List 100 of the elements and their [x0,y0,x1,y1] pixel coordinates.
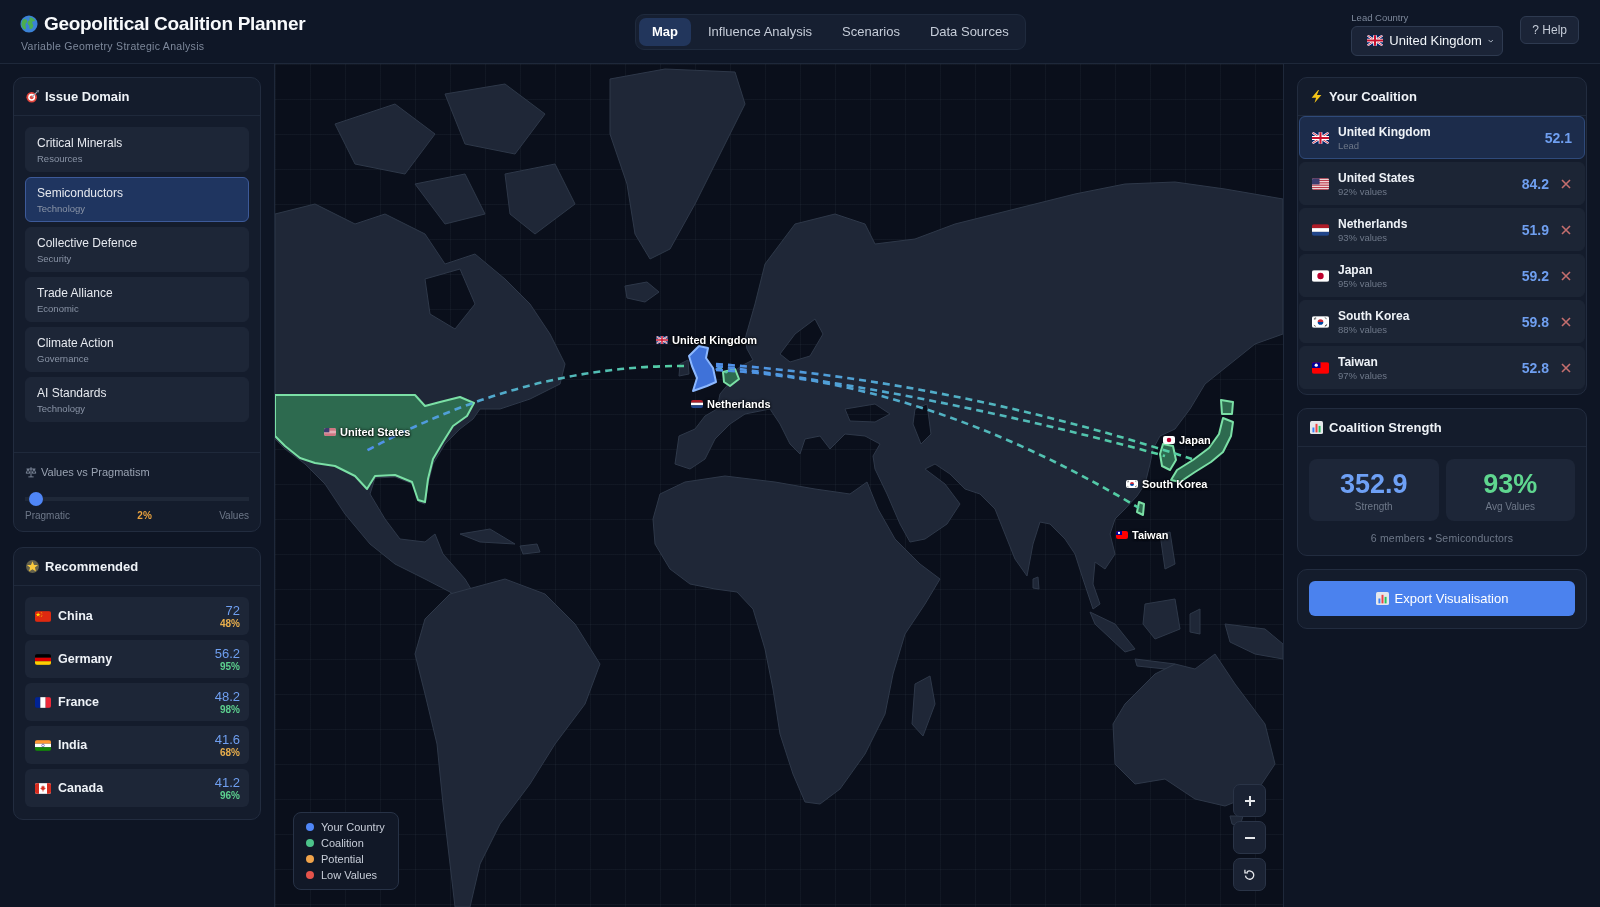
recommended-item[interactable]: China 72 48% [25,597,249,635]
stat-value: 93% [1483,468,1538,499]
recommended-item[interactable]: France 48.2 98% [25,683,249,721]
member-detail: 97% values [1338,369,1389,381]
country-label: United States [340,426,411,438]
domain-option[interactable]: Semiconductors Technology [25,177,249,222]
domain-category: Technology [37,402,86,414]
field-label: Lead Country [1351,11,1410,23]
member-detail: 93% values [1338,231,1389,243]
influence-score: 41.6 [214,732,240,747]
help-button[interactable]: ? Help [1520,15,1579,44]
member-name: Netherlands [1338,216,1409,231]
close-icon [1561,224,1571,235]
recommended-item[interactable]: Germany 56.2 95% [25,640,249,678]
remove-button[interactable] [1561,362,1571,373]
domain-title: Trade Alliance [37,285,113,300]
map-canvas[interactable]: United Kingdom United States Netherlands Japan South Korea Taiwan Your Country Coalition Potential Low Values [275,64,1283,907]
island-shape [459,528,516,545]
nav-tab[interactable]: Data Sources [916,17,1022,46]
values-percent: 98% [220,703,240,715]
card-title: Issue Domain [45,89,130,104]
country-label: South Korea [1142,478,1208,490]
member-name: United Kingdom [1338,124,1432,139]
domain-title: Collective Defence [37,235,138,250]
domain-title: AI Standards [37,385,107,400]
values-percent: 48% [220,617,240,629]
flag-icon [656,336,668,344]
recommended-item[interactable]: Canada 41.2 96% [25,769,249,807]
remove-button[interactable] [1561,224,1571,235]
flag-icon [35,696,51,708]
reset-view-button[interactable] [1233,858,1266,891]
coalition-member[interactable]: Japan 95% values 59.2 [1299,254,1585,297]
flag-icon [35,782,51,794]
domain-category: Resources [37,152,83,164]
member-detail: 88% values [1338,323,1389,335]
close-icon [1561,178,1571,189]
legend-label: Potential [321,853,364,865]
bar-chart-icon [1375,592,1389,605]
coalition-member[interactable]: Taiwan 97% values 52.8 [1299,346,1585,389]
flag-icon [691,400,703,408]
coalition-member[interactable]: United States 92% values 84.2 [1299,162,1585,205]
bar-chart-icon [1310,421,1323,434]
remove-button[interactable] [1561,270,1571,281]
flag-icon [1126,480,1138,488]
flag-icon [1367,35,1384,46]
domain-option[interactable]: Climate Action Governance [25,327,249,372]
country-label: Taiwan [1132,529,1169,541]
coalition-member[interactable]: South Korea 88% values 59.8 [1299,300,1585,343]
flag-icon [35,739,51,751]
island-shape [519,543,541,555]
scales-icon [25,466,37,478]
card-title: Recommended [45,559,139,574]
nav-tab[interactable]: Scenarios [829,17,913,46]
member-detail: 92% values [1338,185,1389,197]
flag-icon [1312,269,1329,282]
member-score: 52.1 [1544,129,1572,146]
domain-title: Semiconductors [37,185,124,200]
flag-icon [1312,223,1329,236]
slider-title: Values vs Pragmatism [41,466,150,478]
slider-thumb[interactable] [29,492,44,506]
close-icon [1561,362,1571,373]
island-shape [504,163,576,235]
flag-icon [324,428,336,436]
island-shape [624,281,660,303]
app-subtitle: Variable Geometry Strategic Analysis [20,40,206,52]
country-name: Germany [58,652,114,666]
member-detail: Lead [1338,139,1361,151]
export-button[interactable]: Export Visualisation [1309,581,1575,616]
zoom-in-button[interactable] [1233,784,1266,817]
country-label: Netherlands [707,398,771,410]
flag-icon [1312,177,1329,190]
coalition-member[interactable]: Netherlands 93% values 51.9 [1299,208,1585,251]
lightning-icon [1310,90,1323,103]
app-title: Geopolitical Coalition Planner [44,13,306,35]
recommended-item[interactable]: India 41.6 68% [25,726,249,764]
coalition-summary: 6 members • Semiconductors [1369,531,1515,546]
legend-label: Coalition [321,837,364,849]
influence-score: 41.2 [214,775,240,790]
star-icon [26,560,39,573]
domain-option[interactable]: Collective Defence Security [25,227,249,272]
nav-tab[interactable]: Map [639,17,691,46]
domain-category: Security [37,252,72,264]
flag-icon [1312,361,1329,374]
member-score: 59.2 [1521,267,1549,284]
nav-tab[interactable]: Influence Analysis [695,17,826,46]
values-percent: 68% [220,746,240,758]
country-select[interactable]: United Kingdom [1351,25,1504,56]
coalition-member[interactable]: United Kingdom Lead 52.1 [1299,116,1585,159]
flag-icon [1312,315,1329,328]
slider-max-label: Values [219,510,249,521]
member-name: Taiwan [1338,354,1379,369]
remove-button[interactable] [1561,178,1571,189]
country-name: Canada [58,781,105,795]
domain-option[interactable]: Critical Minerals Resources [25,127,249,172]
member-name: United States [1338,170,1416,185]
domain-option[interactable]: Trade Alliance Economic [25,277,249,322]
close-icon [1561,270,1571,281]
influence-score: 56.2 [214,646,240,661]
remove-button[interactable] [1561,316,1571,327]
domain-option[interactable]: AI Standards Technology [25,377,249,422]
